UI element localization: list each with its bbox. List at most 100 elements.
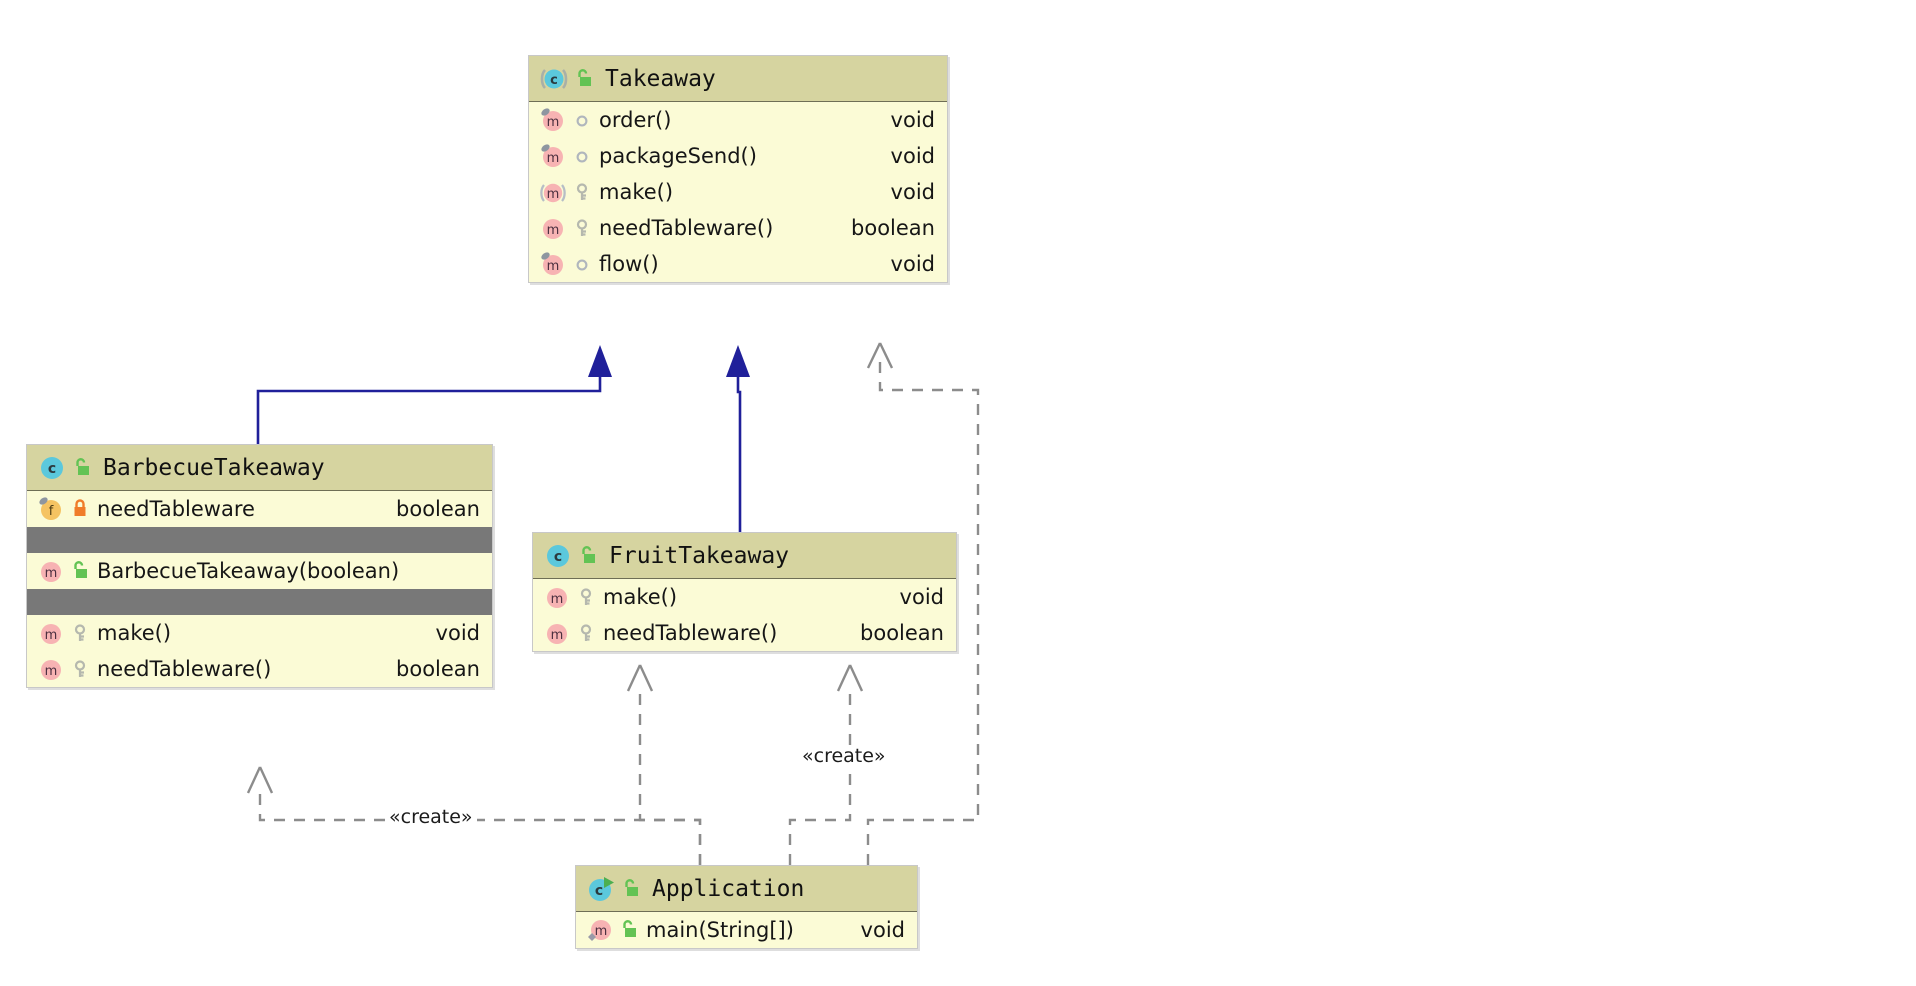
svg-text:m: m	[595, 924, 608, 939]
svg-text:m: m	[551, 628, 564, 643]
member-type: void	[899, 585, 944, 609]
member-row[interactable]: m order() void	[529, 102, 947, 138]
member-row[interactable]: m needTableware() boolean	[533, 615, 956, 651]
svg-text:m: m	[547, 223, 560, 238]
member-type: boolean	[851, 216, 935, 240]
edge-label-create-barbecue: «create»	[385, 806, 477, 828]
public-circle-icon	[573, 108, 591, 132]
class-name-takeaway: Takeaway	[605, 65, 716, 92]
method-icon: m	[539, 250, 567, 278]
protected-key-icon	[573, 216, 591, 240]
svg-text:m: m	[45, 664, 58, 679]
member-name: needTableware()	[97, 657, 272, 681]
protected-key-icon	[577, 621, 595, 645]
method-icon: m	[543, 619, 571, 647]
member-name: needTableware	[97, 497, 255, 521]
public-unlock-icon	[71, 559, 89, 583]
member-row[interactable]: m make() void	[529, 174, 947, 210]
class-node-barbecue-takeaway[interactable]: c BarbecueTakeaway f needTableware boole…	[26, 444, 493, 688]
member-row[interactable]: f needTableware boolean	[27, 491, 492, 527]
members-section: m order() void m packageSend() void m ma…	[529, 102, 947, 282]
member-name: BarbecueTakeaway(boolean)	[97, 559, 400, 583]
method-icon: m	[539, 142, 567, 170]
field-icon: f	[37, 495, 65, 523]
svg-text:c: c	[48, 461, 56, 477]
svg-text:m: m	[551, 592, 564, 607]
class-node-takeaway[interactable]: c Takeaway m order() void m packageSend(…	[528, 55, 948, 283]
public-unlock-icon	[620, 918, 638, 942]
svg-text:f: f	[49, 504, 54, 519]
public-circle-icon	[573, 144, 591, 168]
member-type: void	[890, 252, 935, 276]
member-row[interactable]: m needTableware() boolean	[529, 210, 947, 246]
member-type: void	[890, 108, 935, 132]
member-name: flow()	[599, 252, 659, 276]
member-type: void	[890, 180, 935, 204]
class-header-takeaway: c Takeaway	[529, 56, 947, 102]
svg-text:m: m	[547, 187, 560, 202]
class-name-application: Application	[652, 875, 805, 902]
member-type: void	[890, 144, 935, 168]
method-icon: m	[539, 214, 567, 242]
fields-section: f needTableware boolean	[27, 491, 492, 527]
class-node-application[interactable]: c Application m main(String[]) void	[575, 865, 918, 949]
public-unlock-icon	[622, 877, 640, 901]
abstract-method-icon: m	[539, 178, 567, 206]
method-icon: m	[37, 619, 65, 647]
protected-key-icon	[71, 621, 89, 645]
private-lock-icon	[71, 497, 89, 521]
protected-key-icon	[573, 180, 591, 204]
member-row[interactable]: m flow() void	[529, 246, 947, 282]
methods-section: m make() void m needTableware() boolean	[27, 615, 492, 687]
diagram-canvas: «create» «create» c Takeaway m order() v…	[0, 0, 1916, 986]
class-node-fruit-takeaway[interactable]: c FruitTakeaway m make() void m needTabl…	[532, 532, 957, 652]
member-type: boolean	[396, 497, 480, 521]
abstract-class-icon: c	[539, 64, 569, 94]
member-name: needTableware()	[603, 621, 778, 645]
protected-key-icon	[577, 585, 595, 609]
member-type: boolean	[860, 621, 944, 645]
constructors-section: m BarbecueTakeaway(boolean)	[27, 553, 492, 589]
member-name: packageSend()	[599, 144, 757, 168]
class-name-fruit-takeaway: FruitTakeaway	[609, 542, 790, 569]
member-row[interactable]: m make() void	[27, 615, 492, 651]
protected-key-icon	[71, 657, 89, 681]
public-unlock-icon	[579, 544, 597, 568]
member-type: void	[860, 918, 905, 942]
methods-section: m make() void m needTableware() boolean	[533, 579, 956, 651]
svg-text:c: c	[595, 883, 603, 899]
member-name: make()	[603, 585, 678, 609]
edge-label-create-fruit: «create»	[798, 745, 890, 767]
member-name: make()	[97, 621, 172, 645]
class-name-barbecue-takeaway: BarbecueTakeaway	[103, 454, 325, 481]
member-row[interactable]: m BarbecueTakeaway(boolean)	[27, 553, 492, 589]
svg-text:m: m	[547, 115, 560, 130]
method-icon: m	[539, 106, 567, 134]
class-icon: c	[543, 541, 573, 571]
member-name: make()	[599, 180, 674, 204]
svg-text:m: m	[547, 151, 560, 166]
edge-application-creates-fruit-make	[626, 664, 702, 865]
member-type: boolean	[396, 657, 480, 681]
member-row[interactable]: m packageSend() void	[529, 138, 947, 174]
svg-text:m: m	[547, 259, 560, 274]
static-method-icon: m	[586, 916, 614, 944]
member-name: main(String[])	[646, 918, 794, 942]
member-row[interactable]: m needTableware() boolean	[27, 651, 492, 687]
public-unlock-icon	[575, 67, 593, 91]
member-row[interactable]: m main(String[]) void	[576, 912, 917, 948]
public-circle-icon	[573, 252, 591, 276]
methods-section: m main(String[]) void	[576, 912, 917, 948]
runnable-class-icon: c	[586, 874, 616, 904]
edge-fruit-extends-takeaway	[726, 345, 750, 532]
class-icon: c	[37, 453, 67, 483]
member-row[interactable]: m make() void	[533, 579, 956, 615]
edge-barbecue-extends-takeaway	[256, 345, 612, 444]
section-separator	[27, 527, 492, 553]
method-icon: m	[543, 583, 571, 611]
class-header-barbecue-takeaway: c BarbecueTakeaway	[27, 445, 492, 491]
section-separator	[27, 589, 492, 615]
member-name: order()	[599, 108, 672, 132]
svg-text:m: m	[45, 566, 58, 581]
member-type: void	[435, 621, 480, 645]
